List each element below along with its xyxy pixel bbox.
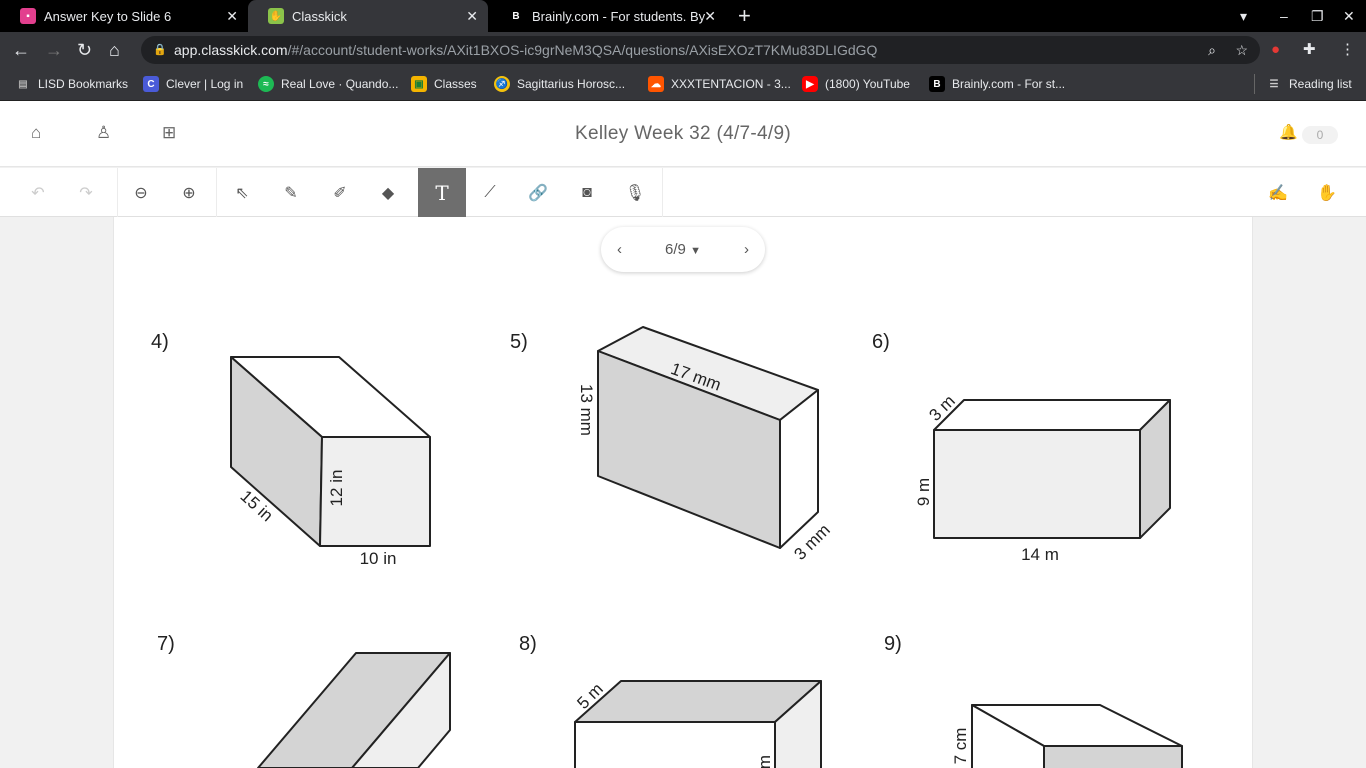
problem-number: 6)	[872, 331, 890, 353]
page-indicator: 6/9	[665, 241, 686, 258]
prism-figure-5	[597, 326, 819, 549]
problem-number: 5)	[510, 331, 528, 353]
prism-figure-6	[933, 399, 1171, 539]
page-navigator: ‹ 6/9 ▼ ›	[601, 227, 765, 272]
problem-number: 7)	[157, 633, 175, 655]
prism-figure-8	[574, 680, 822, 768]
next-page-button[interactable]: ›	[744, 241, 749, 258]
dimension-label: 12 in	[327, 470, 346, 507]
dimension-label: 7 cm	[951, 728, 970, 765]
caret-down-icon: ▼	[690, 245, 701, 257]
prism-figure-7	[257, 652, 451, 768]
previous-page-button[interactable]: ‹	[617, 241, 622, 258]
problem-number: 4)	[151, 331, 169, 353]
dimension-label: m	[755, 755, 774, 768]
page-select[interactable]: 6/9 ▼	[665, 241, 701, 258]
prism-figure-9	[971, 704, 1183, 768]
problem-number: 8)	[519, 633, 537, 655]
dimension-label: 10 in	[360, 549, 397, 568]
dimension-label: 14 m	[1021, 545, 1059, 564]
dimension-label: 9 m	[914, 478, 933, 506]
dimension-label: 13 mm	[577, 384, 596, 436]
worksheet-figures: 4) 5) 6) 7) 8) 9) 15 in 12 in 10 in 17 m…	[151, 326, 1183, 768]
problem-number: 9)	[884, 633, 902, 655]
